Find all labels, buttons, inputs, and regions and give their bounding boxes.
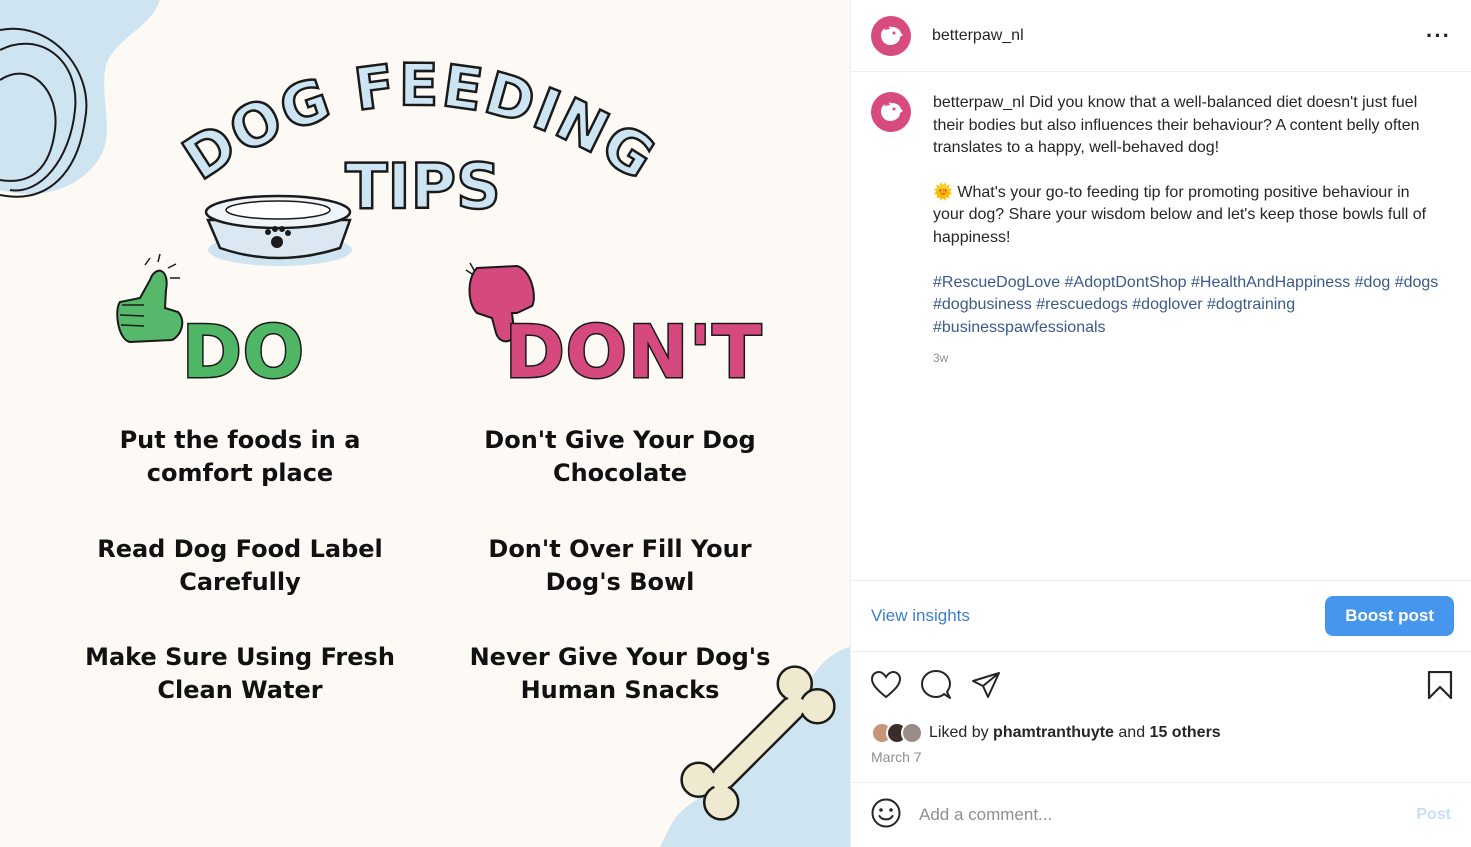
bookmark-icon[interactable] <box>1427 671 1453 699</box>
scribble-decoration <box>0 27 88 198</box>
hashtag-list: #RescueDogLove #AdoptDontShop #HealthAnd… <box>933 272 1443 340</box>
hashtag-link[interactable]: #dogtraining <box>1207 296 1295 313</box>
emoji-icon[interactable] <box>871 798 901 833</box>
hashtag-link[interactable]: #dogbusiness <box>933 296 1032 313</box>
do-tip: Put the foods in a comfort place <box>119 426 361 487</box>
insights-row: View insights Boost post <box>851 580 1471 652</box>
do-tip: Make Sure Using Fresh Clean Water <box>85 643 395 704</box>
post-date: March 7 <box>871 749 922 765</box>
hashtag-link[interactable]: #dogs <box>1395 274 1439 291</box>
bone-icon <box>680 665 836 821</box>
header-username[interactable]: betterpaw_nl <box>932 27 1024 45</box>
caption-username[interactable]: betterpaw_nl <box>933 94 1025 111</box>
thumbs-up-icon <box>116 253 184 344</box>
dog-logo-icon <box>881 102 903 121</box>
dont-heading: DON'T <box>503 310 763 394</box>
post-image: DOG FEEDING TIPS DO DON'T Put the foods … <box>0 0 850 847</box>
likes-text: Liked by phamtranthuyte and 15 others <box>929 724 1221 742</box>
avatar[interactable] <box>871 92 911 132</box>
hashtag-link[interactable]: #AdoptDontShop <box>1065 274 1187 291</box>
likes-row: Liked by phamtranthuyte and 15 others <box>851 718 1471 748</box>
liker-avatars <box>871 722 923 744</box>
action-bar <box>851 652 1471 718</box>
do-tip: Read Dog Food Label Carefully <box>97 535 383 596</box>
post-sidebar: betterpaw_nl ··· betterpaw_nl Did you kn… <box>850 0 1471 847</box>
hashtag-link[interactable]: #HealthAndHappiness <box>1191 274 1350 291</box>
view-insights-link[interactable]: View insights <box>871 606 970 626</box>
caption-timestamp[interactable]: 3w <box>933 347 1443 370</box>
dog-logo-icon <box>881 26 903 45</box>
caption-paragraph-2: 🌞 What's your go-to feeding tip for prom… <box>933 183 1427 246</box>
heart-icon[interactable] <box>871 671 901 699</box>
caption-paragraph: betterpaw_nl Did you know that a well-ba… <box>933 92 1443 160</box>
do-heading: DO <box>181 310 306 394</box>
dog-bowl-icon <box>204 194 352 266</box>
avatar[interactable] <box>871 15 911 56</box>
share-icon[interactable] <box>971 671 1001 699</box>
likes-others-link[interactable]: 15 others <box>1150 724 1221 741</box>
caption-section: betterpaw_nl Did you know that a well-ba… <box>851 72 1471 580</box>
boost-post-button[interactable]: Boost post <box>1325 596 1454 636</box>
more-horizontal-icon[interactable]: ··· <box>1426 23 1451 49</box>
likes-middle: and <box>1113 724 1150 741</box>
comment-bar: Post <box>851 782 1471 847</box>
post-header: betterpaw_nl ··· <box>851 0 1471 72</box>
dont-tip: Don't Give Your Dog Chocolate <box>484 426 756 487</box>
caption-text: betterpaw_nl Did you know that a well-ba… <box>933 92 1443 580</box>
hashtag-link[interactable]: #dog <box>1355 274 1391 291</box>
comment-icon[interactable] <box>921 670 951 700</box>
comment-input[interactable] <box>919 805 1417 825</box>
title-line2: TIPS <box>345 150 500 220</box>
dont-tip: Don't Over Fill Your Dog's Bowl <box>488 535 752 596</box>
hashtag-link[interactable]: #businesspawfessionals <box>933 319 1106 336</box>
hashtag-link[interactable]: #doglover <box>1132 296 1202 313</box>
hashtag-link[interactable]: #RescueDogLove <box>933 274 1060 291</box>
post-comment-button[interactable]: Post <box>1416 806 1451 824</box>
likes-prefix: Liked by <box>929 724 994 741</box>
avatar[interactable] <box>901 722 923 744</box>
hashtag-link[interactable]: #rescuedogs <box>1036 296 1128 313</box>
liker-username[interactable]: phamtranthuyte <box>993 724 1114 741</box>
